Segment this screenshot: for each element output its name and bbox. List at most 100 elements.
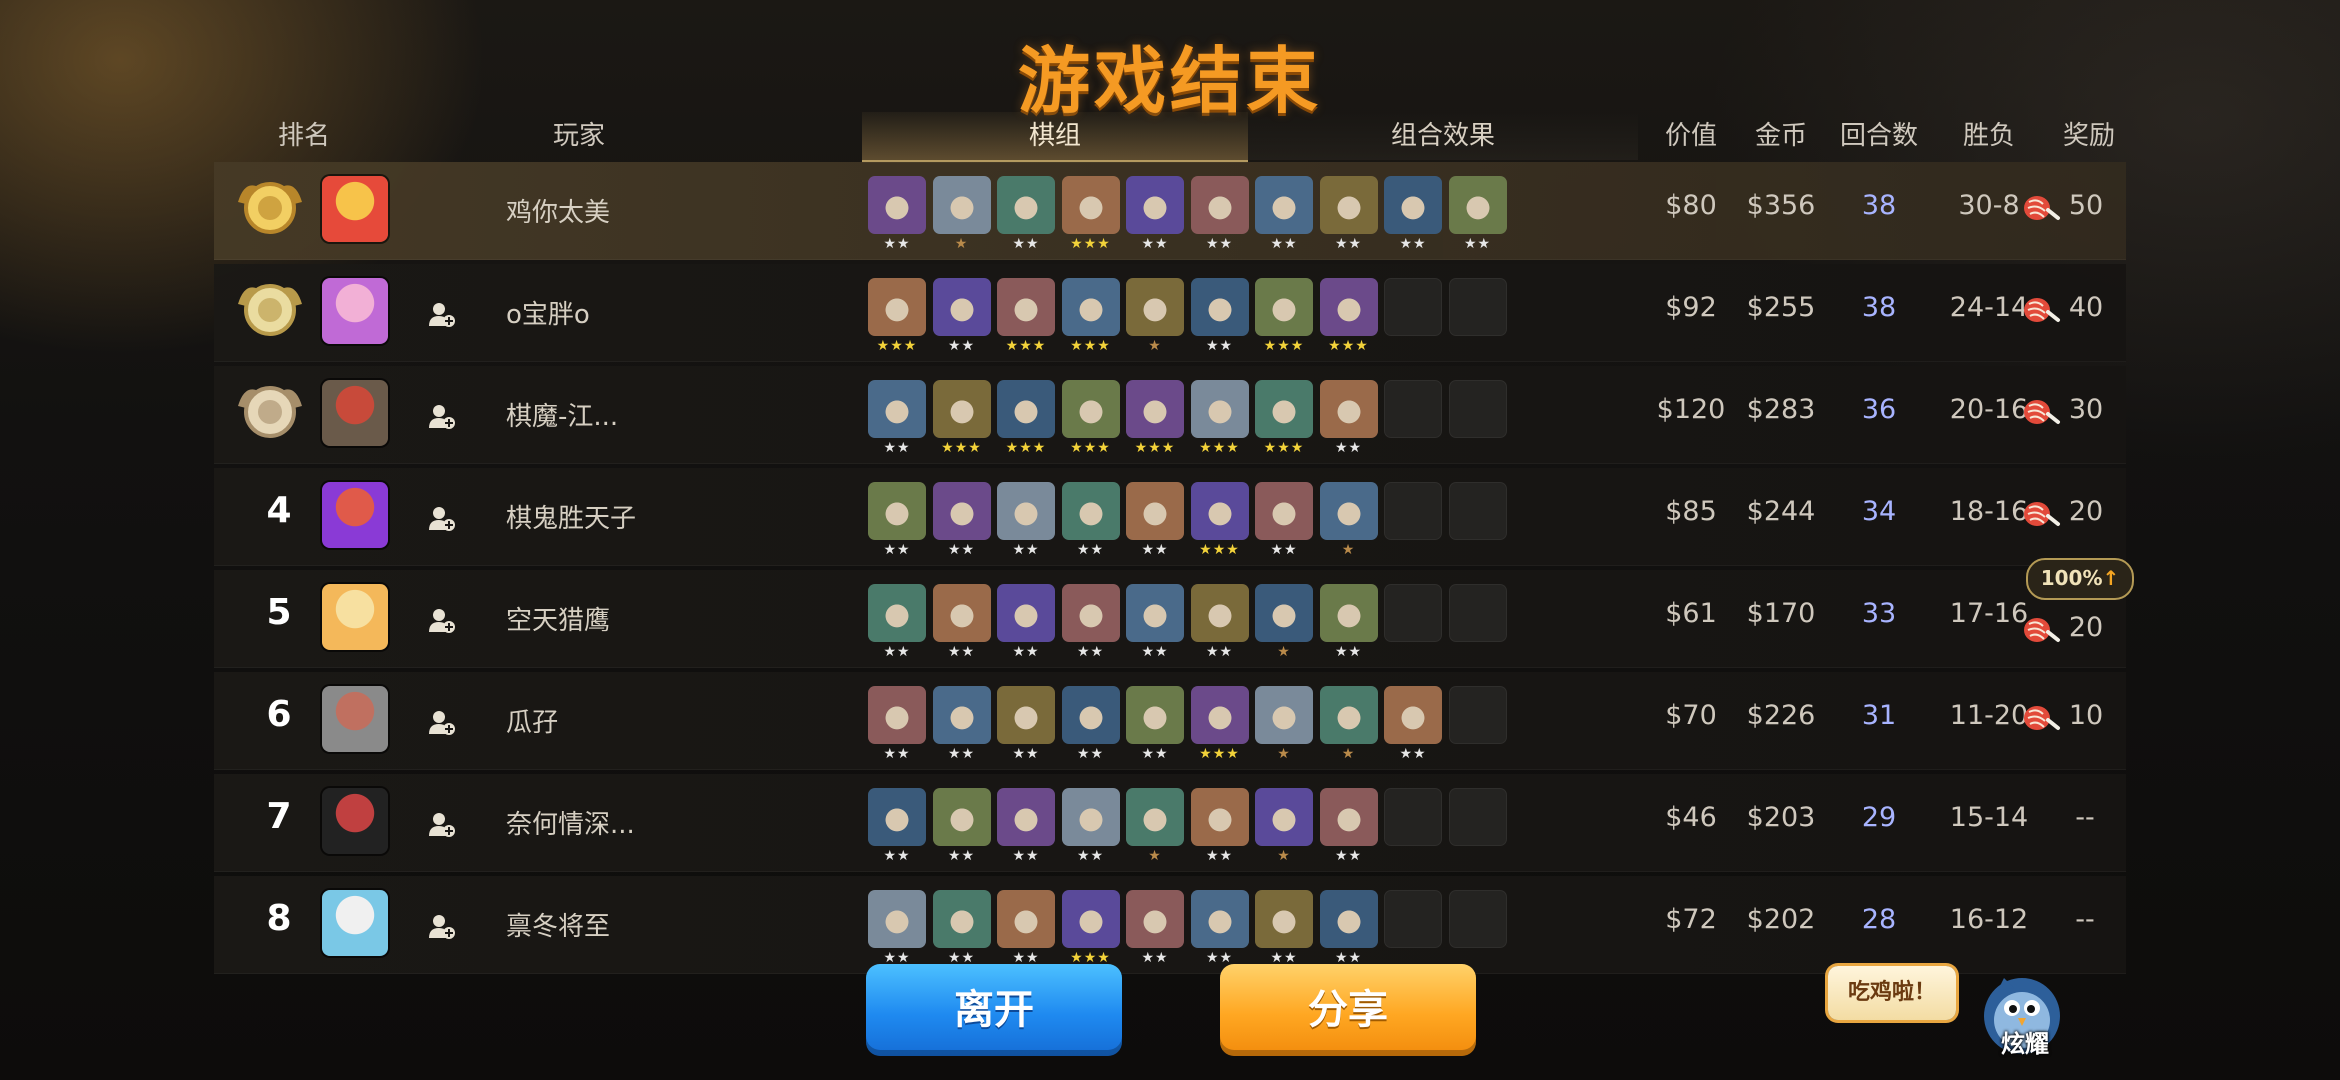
chess-piece-portrait[interactable]: [932, 686, 991, 744]
chess-piece-portrait[interactable]: [997, 176, 1055, 234]
chess-piece-portrait[interactable]: [932, 380, 991, 438]
chess-piece-portrait[interactable]: [868, 380, 926, 438]
chess-piece-portrait[interactable]: [1190, 788, 1249, 846]
chess-piece-portrait[interactable]: [1319, 890, 1378, 948]
chess-piece-portrait[interactable]: [1126, 176, 1184, 234]
chess-piece-portrait[interactable]: [1319, 788, 1378, 846]
chess-piece-portrait[interactable]: [997, 686, 1055, 744]
add-friend-icon[interactable]: [428, 300, 456, 328]
chess-piece-portrait[interactable]: [997, 890, 1055, 948]
chess-piece-portrait[interactable]: [1190, 890, 1249, 948]
chess-piece-portrait[interactable]: [1384, 176, 1442, 234]
chess-piece-portrait[interactable]: [932, 278, 991, 336]
chess-piece-portrait[interactable]: [932, 176, 991, 234]
chess-piece-portrait[interactable]: [1061, 890, 1120, 948]
chess-piece-portrait[interactable]: [868, 686, 926, 744]
cell-gold: $170: [1746, 598, 1816, 629]
player-avatar[interactable]: [322, 482, 388, 548]
chess-piece-portrait[interactable]: [1319, 482, 1378, 540]
player-avatar[interactable]: [322, 176, 388, 242]
chess-piece-portrait[interactable]: [1126, 584, 1184, 642]
chess-piece-portrait[interactable]: [932, 788, 991, 846]
chess-piece-portrait[interactable]: [997, 482, 1055, 540]
chess-piece-portrait[interactable]: [1319, 584, 1378, 642]
chess-piece-portrait[interactable]: [1255, 380, 1313, 438]
chess-piece-portrait[interactable]: [932, 890, 991, 948]
chess-piece-portrait[interactable]: [1319, 176, 1378, 234]
chess-piece-portrait[interactable]: [1061, 788, 1120, 846]
add-friend-icon[interactable]: [428, 810, 456, 838]
chess-piece-portrait[interactable]: [1190, 176, 1249, 234]
chess-piece-portrait[interactable]: [997, 788, 1055, 846]
chess-piece-portrait[interactable]: [1126, 482, 1184, 540]
show-off-label[interactable]: 炫耀: [1990, 1024, 2060, 1059]
player-name[interactable]: o宝胖o: [506, 294, 590, 331]
chess-piece-portrait[interactable]: [1384, 686, 1442, 744]
chess-piece-portrait[interactable]: [868, 584, 926, 642]
chess-piece-portrait[interactable]: [997, 380, 1055, 438]
chess-piece-portrait[interactable]: [868, 278, 926, 336]
chess-piece-portrait[interactable]: [1255, 482, 1313, 540]
tab-combo[interactable]: 组合效果: [1248, 112, 1638, 160]
cell-value: $92: [1665, 292, 1717, 323]
player-name[interactable]: 空天猎鹰: [506, 600, 610, 637]
player-avatar[interactable]: [322, 890, 388, 956]
chess-piece-portrait[interactable]: [1126, 278, 1184, 336]
chess-piece-portrait[interactable]: [1255, 278, 1313, 336]
player-avatar[interactable]: [322, 278, 388, 344]
chess-piece-portrait[interactable]: [1190, 278, 1249, 336]
chess-piece-portrait[interactable]: [1319, 686, 1378, 744]
chess-piece-portrait[interactable]: [868, 482, 926, 540]
share-button[interactable]: 分享: [1220, 964, 1476, 1056]
chess-piece-portrait[interactable]: [1126, 686, 1184, 744]
add-friend-icon[interactable]: [428, 708, 456, 736]
player-name[interactable]: 棋鬼胜天子: [506, 498, 636, 535]
chess-piece-portrait[interactable]: [997, 584, 1055, 642]
player-name[interactable]: 鸡你太美: [506, 192, 610, 229]
chess-piece-portrait[interactable]: [1126, 890, 1184, 948]
star-level: ★★: [883, 236, 911, 252]
star-level: ★★★: [1134, 440, 1176, 456]
chess-piece-portrait[interactable]: [868, 788, 926, 846]
chess-piece-portrait[interactable]: [1255, 890, 1313, 948]
star-level: ★★★: [1328, 338, 1369, 354]
chess-piece-portrait[interactable]: [1061, 278, 1120, 336]
add-friend-icon[interactable]: [428, 402, 456, 430]
tab-board[interactable]: 棋组: [862, 112, 1248, 163]
player-avatar[interactable]: [322, 584, 388, 650]
player-name[interactable]: 禀冬将至: [506, 906, 610, 943]
player-avatar[interactable]: [322, 686, 388, 752]
chess-piece-portrait[interactable]: [1190, 584, 1249, 642]
chess-piece-portrait[interactable]: [997, 278, 1055, 336]
chess-piece-portrait[interactable]: [1061, 482, 1120, 540]
chess-piece-portrait[interactable]: [1319, 380, 1378, 438]
player-name[interactable]: 棋魔-江...: [506, 396, 618, 433]
chess-piece-portrait[interactable]: [1255, 176, 1313, 234]
chess-piece-portrait[interactable]: [1255, 584, 1313, 642]
chess-piece-portrait[interactable]: [868, 890, 926, 948]
chess-piece-portrait[interactable]: [1190, 482, 1249, 540]
chess-piece-portrait[interactable]: [1061, 686, 1120, 744]
chess-piece-portrait[interactable]: [1255, 686, 1313, 744]
leave-button[interactable]: 离开: [866, 964, 1122, 1056]
chess-piece-portrait[interactable]: [1255, 788, 1313, 846]
chess-piece-portrait[interactable]: [1061, 176, 1120, 234]
chess-piece-portrait[interactable]: [1061, 584, 1120, 642]
player-avatar[interactable]: [322, 788, 388, 854]
chess-piece-portrait[interactable]: [1061, 380, 1120, 438]
chess-piece-portrait[interactable]: [1126, 380, 1184, 438]
add-friend-icon[interactable]: [428, 912, 456, 940]
chess-piece-portrait[interactable]: [932, 482, 991, 540]
player-avatar[interactable]: [322, 380, 388, 446]
add-friend-icon[interactable]: [428, 606, 456, 634]
player-name[interactable]: 奈何情深...: [506, 804, 635, 841]
chess-piece-portrait[interactable]: [1190, 686, 1249, 744]
add-friend-icon[interactable]: [428, 504, 456, 532]
player-name[interactable]: 瓜孖: [506, 702, 558, 739]
chess-piece-portrait[interactable]: [868, 176, 926, 234]
chess-piece-portrait[interactable]: [1448, 176, 1507, 234]
chess-piece-portrait[interactable]: [1126, 788, 1184, 846]
chess-piece-portrait[interactable]: [1319, 278, 1378, 336]
chess-piece-portrait[interactable]: [1190, 380, 1249, 438]
chess-piece-portrait[interactable]: [932, 584, 991, 642]
